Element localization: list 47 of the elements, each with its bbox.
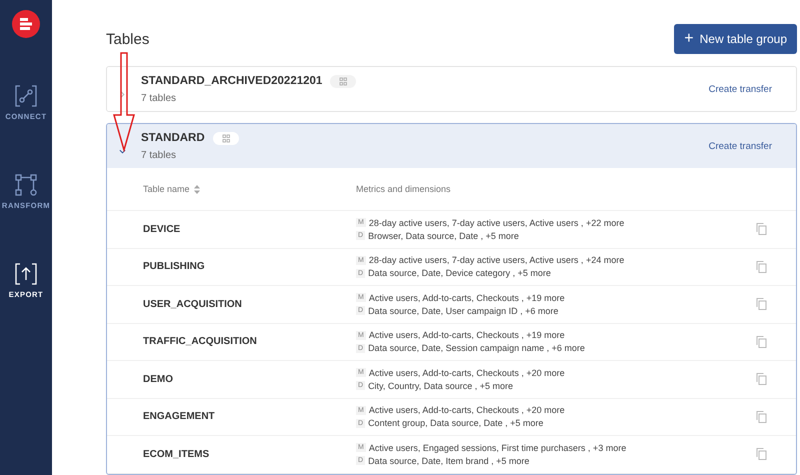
- copy-icon[interactable]: [756, 223, 767, 236]
- copy-icon[interactable]: [756, 410, 767, 423]
- dimensions-text: Data source, Date, User campaign ID , +6 more: [368, 306, 558, 316]
- metrics-text: Active users, Engaged sessions, First time purchasers , +3 more: [368, 442, 626, 453]
- grid-icon[interactable]: [212, 132, 239, 144]
- dimensions-text: Browser, Data source, Date , +5 more: [368, 230, 519, 241]
- page-title: Tables: [106, 30, 150, 48]
- group-name: STANDARD_ARCHIVED20221201: [141, 75, 322, 87]
- table-name: ENGAGEMENT: [143, 411, 216, 422]
- new-table-group-button[interactable]: + New table group: [674, 24, 797, 54]
- dimensions-text: Data source, Date, Item brand , +5 more: [368, 456, 530, 466]
- logo-icon[interactable]: [12, 10, 40, 38]
- table-count: 7 tables: [141, 92, 178, 104]
- metrics-text: Active users, Add-to-carts, Checkouts , +19 more: [368, 292, 565, 303]
- dimensions-text: Content group, Data source, Date , +5 more: [368, 418, 544, 428]
- metrics-text: Active users, Add-to-carts, Checkouts , +19 more: [368, 330, 565, 340]
- copy-icon[interactable]: [756, 336, 767, 348]
- metrics-text: Active users, Add-to-carts, Checkouts , +20 more: [368, 368, 565, 378]
- group-header[interactable]: STANDARD_ARCHIVED20221201 7 tables Create transfer: [107, 67, 796, 111]
- export-icon: [14, 262, 38, 286]
- group-name: STANDARD: [141, 132, 205, 144]
- table-name: ECOM_ITEMS: [143, 448, 210, 460]
- grid-icon[interactable]: [330, 74, 356, 88]
- column-header[interactable]: Table name: [143, 184, 356, 194]
- group-header[interactable]: STANDARD 7 tables Create transfer: [107, 124, 796, 168]
- metrics-text: 28-day active users, 7-day active users, Active users , +22 more: [368, 218, 624, 228]
- create-transfer-link[interactable]: Create transfer: [708, 84, 772, 94]
- table-name: TRAFFIC_ACQUISITION: [143, 336, 258, 348]
- sort-icon[interactable]: [194, 184, 200, 194]
- flow-icon: [14, 173, 38, 197]
- dimensions-text: Data source, Date, Device category , +5 more: [368, 268, 551, 278]
- copy-icon[interactable]: [756, 260, 767, 273]
- table-name: USER_ACQUISITION: [143, 298, 243, 310]
- create-transfer-link[interactable]: Create transfer: [708, 140, 772, 152]
- table-count: 7 tables: [141, 150, 178, 160]
- table-name: PUBLISHING: [143, 261, 206, 272]
- copy-icon[interactable]: [756, 298, 767, 310]
- table-name: DEVICE: [143, 224, 182, 235]
- table-name: DEMO: [143, 374, 174, 385]
- column-header: Metrics and dimensions: [356, 184, 452, 194]
- connect-icon: [14, 84, 38, 108]
- dimensions-text: City, Country, Data source , +5 more: [368, 380, 514, 391]
- copy-icon[interactable]: [756, 448, 767, 460]
- copy-icon[interactable]: [756, 373, 767, 386]
- metrics-text: Active users, Add-to-carts, Checkouts , +20 more: [368, 405, 565, 416]
- dimensions-text: Data source, Date, Session campaign name , +6 more: [368, 343, 585, 354]
- metrics-text: 28-day active users, 7-day active users, Active users , +24 more: [368, 255, 624, 266]
